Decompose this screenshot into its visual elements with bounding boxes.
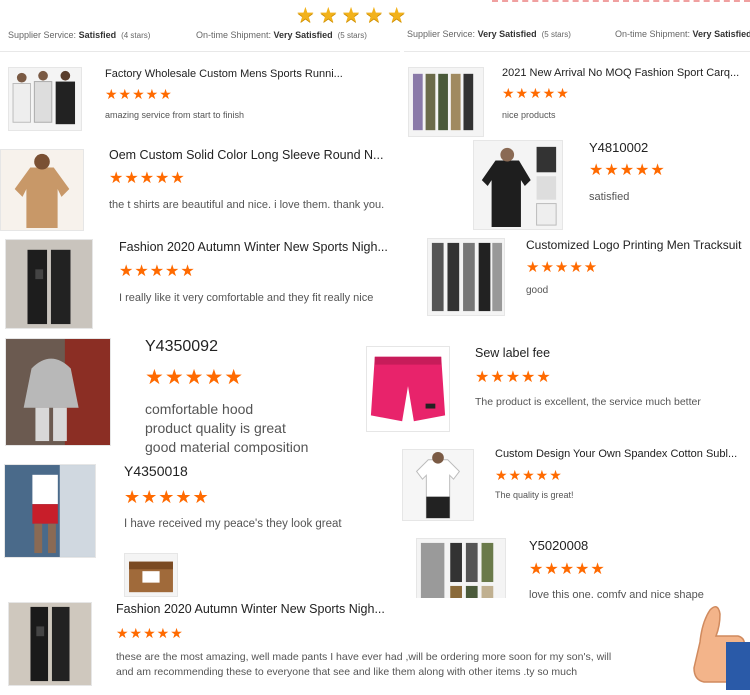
- rating-stars: ★★★★★: [502, 85, 570, 101]
- review-text: The quality is great!: [495, 490, 574, 500]
- sleeveless-shirts-image: [8, 67, 82, 131]
- review-text: the t shirts are beautiful and nice. i l…: [109, 199, 385, 211]
- header-value: Very Satisfied: [692, 29, 750, 39]
- review-title[interactable]: 2021 New Arrival No MOQ Fashion Sport Ca…: [502, 67, 747, 79]
- rating-stars: ★★★★★: [145, 366, 245, 389]
- review-text: satisfied: [589, 191, 630, 203]
- review-title[interactable]: Y5020008: [529, 538, 729, 553]
- review-card[interactable]: Factory Wholesale Custom Mens Sports Run…: [0, 55, 400, 133]
- pink-shorts-image: [366, 346, 450, 432]
- black-long-sleeve-image: [473, 140, 563, 230]
- rating-stars: ★★★★★: [529, 561, 606, 578]
- header-label: Supplier Service:: [8, 30, 77, 40]
- review-text: comfortable hood product quality is grea…: [145, 401, 309, 455]
- package-box-image: [124, 553, 178, 597]
- long-sleeve-shirt-image: [0, 149, 84, 231]
- review-title[interactable]: Custom Design Your Own Spandex Cotton Su…: [495, 448, 745, 460]
- review-title[interactable]: Oem Custom Solid Color Long Sleeve Round…: [109, 148, 404, 162]
- rating-stars: ★★★★★: [475, 369, 552, 386]
- cargo-pants-image: [408, 67, 484, 137]
- review-card[interactable]: Y4810002 ★★★★★ satisfied: [470, 137, 670, 230]
- review-card[interactable]: Sew label fee ★★★★★ The product is excel…: [364, 338, 750, 438]
- review-text: good: [526, 285, 549, 296]
- review-text: these are the most amazing, well made pa…: [116, 651, 612, 678]
- header-label: On-time Shipment:: [196, 30, 272, 40]
- rating-stars: ★★★★★: [495, 467, 563, 483]
- jogger-pants-image: [5, 239, 93, 329]
- rating-stars: ★★★★★: [119, 263, 196, 280]
- review-text: I really like it very comfortable and th…: [119, 292, 374, 304]
- black-joggers-image: [8, 602, 92, 686]
- review-card[interactable]: 2021 New Arrival No MOQ Fashion Sport Ca…: [404, 55, 750, 137]
- review-text: I have received my peace's they look gre…: [124, 518, 342, 530]
- review-title[interactable]: Fashion 2020 Autumn Winter New Sports Ni…: [119, 240, 419, 254]
- review-card[interactable]: Customized Logo Printing Men Tracksuit ★…: [424, 232, 750, 317]
- review-text: amazing service from start to finish: [105, 110, 245, 120]
- header-ontime-shipment-2: On-time Shipment: Very Satisfied: [615, 29, 750, 39]
- review-title[interactable]: Fashion 2020 Autumn Winter New Sports Ni…: [116, 602, 406, 616]
- review-card[interactable]: Fashion 2020 Autumn Winter New Sports Ni…: [0, 232, 428, 332]
- divider: [404, 51, 750, 52]
- rating-stars: ★★★★★: [526, 259, 599, 276]
- white-tshirt-image: [402, 449, 474, 521]
- header-ontime-shipment-1: On-time Shipment: Very Satisfied (5 star…: [196, 30, 367, 40]
- header-supplier-service-2: Supplier Service: Very Satisfied (5 star…: [407, 29, 571, 39]
- thumbs-up-icon: [680, 602, 750, 690]
- review-title[interactable]: Sew label fee: [475, 346, 745, 360]
- review-title[interactable]: Customized Logo Printing Men Tracksuit: [526, 238, 750, 252]
- header-value: Very Satisfied: [477, 29, 537, 39]
- rating-stars: ★★★★★: [124, 487, 210, 507]
- header-label: Supplier Service:: [407, 29, 476, 39]
- hoodie-image: [5, 338, 111, 446]
- divider: [0, 51, 400, 52]
- header-value: Satisfied: [78, 30, 117, 40]
- header-stars-count: (4 stars): [121, 31, 151, 40]
- review-text: The product is excellent, the service mu…: [475, 396, 701, 408]
- shorts-man-image: [4, 464, 96, 558]
- rating-stars: ★★★★★: [116, 625, 184, 641]
- header-label: On-time Shipment:: [615, 29, 691, 39]
- review-title[interactable]: Factory Wholesale Custom Mens Sports Run…: [105, 68, 360, 80]
- header-stars-count: (5 stars): [541, 30, 571, 39]
- rating-stars: ★★★★★: [109, 170, 186, 187]
- review-card[interactable]: Fashion 2020 Autumn Winter New Sports Ni…: [0, 598, 680, 690]
- header-value: Very Satisfied: [273, 30, 333, 40]
- dashed-divider: [492, 0, 750, 5]
- top-rating-stars: ★★★★★: [296, 4, 411, 27]
- review-title[interactable]: Y4350018: [124, 463, 324, 479]
- header-supplier-service-1: Supplier Service: Satisfied (4 stars): [8, 30, 150, 40]
- review-card[interactable]: Y4350092 ★★★★★ comfortable hood product …: [0, 335, 360, 457]
- tracksuit-pants-image: [427, 238, 505, 316]
- review-title[interactable]: Y4810002: [589, 140, 669, 155]
- review-title[interactable]: Y4350092: [145, 338, 345, 356]
- review-card[interactable]: Custom Design Your Own Spandex Cotton Su…: [402, 441, 750, 526]
- review-card[interactable]: Y4350018 ★★★★★ I have received my peace'…: [0, 460, 380, 560]
- review-text: nice products: [502, 110, 556, 120]
- rating-stars: ★★★★★: [589, 162, 666, 179]
- review-card[interactable]: Oem Custom Solid Color Long Sleeve Round…: [0, 137, 425, 231]
- rating-stars: ★★★★★: [105, 86, 173, 102]
- header-stars-count: (5 stars): [337, 31, 367, 40]
